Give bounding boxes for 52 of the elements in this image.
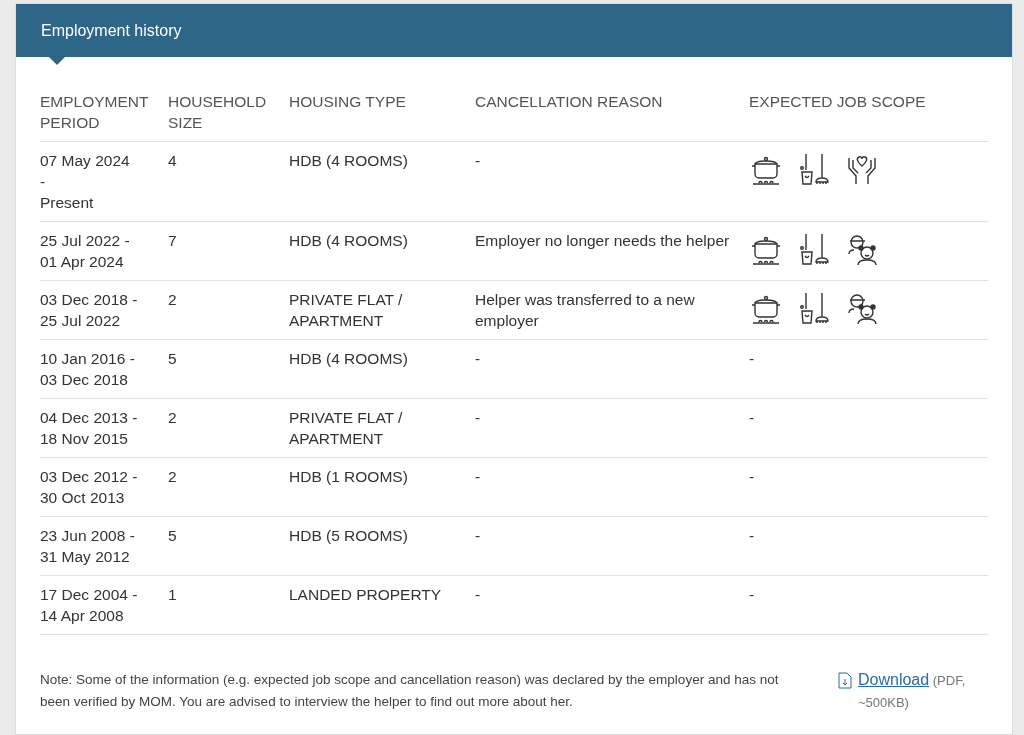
table-cell: 2 [168,280,289,340]
table-cell: PRIVATE FLAT / APARTMENT [289,398,475,458]
table-cell: LANDED PROPERTY [289,575,475,635]
table-cell: HDB (4 ROOMS) [289,141,475,222]
table-cell: 2 [168,457,289,517]
table-cell: HDB (1 ROOMS) [289,457,475,517]
bucket-and-mop-icon [797,291,831,325]
column-header: EMPLOYMENT PERIOD [40,91,168,142]
table-cell: 10 Jan 2016 - 03 Dec 2018 [40,339,168,399]
column-header: EXPECTED JOB SCOPE [749,91,988,142]
table-cell: - [749,516,988,576]
file-download-icon [838,672,852,689]
download-link[interactable]: Download [858,671,930,688]
table-cell: - [475,398,749,458]
column-header: HOUSING TYPE [289,91,475,142]
column-header: HOUSEHOLD SIZE [168,91,289,142]
table-cell: - [749,457,988,517]
table-cell: 03 Dec 2018 - 25 Jul 2022 [40,280,168,340]
table-cell: 5 [168,516,289,576]
table-cell: 1 [168,575,289,635]
table-cell: 03 Dec 2012 - 30 Oct 2013 [40,457,168,517]
table-cell: 25 Jul 2022 - 01 Apr 2024 [40,221,168,281]
table-cell: 07 May 2024 - Present [40,141,168,222]
table-cell: 04 Dec 2013 - 18 Nov 2015 [40,398,168,458]
download-info: Download (PDF, ~500KB) [858,670,967,712]
table-cell: - [475,575,749,635]
bucket-and-mop-icon [797,232,831,266]
table-cell: Employer no longer needs the helper [475,221,749,281]
table-cell: - [749,575,988,635]
table-cell: PRIVATE FLAT / APARTMENT [289,280,475,340]
table-cell: 17 Dec 2004 - 14 Apr 2008 [40,575,168,635]
table-cell: 23 Jun 2008 - 31 May 2012 [40,516,168,576]
table-cell: - [749,398,988,458]
two-children-icon [845,232,879,266]
table-cell: HDB (4 ROOMS) [289,339,475,399]
table-cell: 2 [168,398,289,458]
table-cell: 4 [168,141,289,222]
bucket-and-mop-icon [797,152,831,186]
table-cell: - [749,339,988,399]
column-header: CANCELLATION REASON [475,91,749,142]
table-cell: HDB (5 ROOMS) [289,516,475,576]
table-cell: HDB (4 ROOMS) [289,221,475,281]
table-cell: 7 [168,221,289,281]
note-text: Note: Some of the information (e.g. expected job scope and cancellation reason) was declared by the employer and has not been verified by MOM. You are advised to interview the helper to find out more about her. [40,671,780,711]
two-children-icon [845,291,879,325]
table-cell: - [475,339,749,399]
table-cell: 5 [168,339,289,399]
table-cell: Helper was transferred to a new employer [475,280,749,340]
table-cell: - [475,141,749,222]
table-cell: - [475,516,749,576]
table-cell: - [475,457,749,517]
panel-title: Employment history [41,21,182,40]
